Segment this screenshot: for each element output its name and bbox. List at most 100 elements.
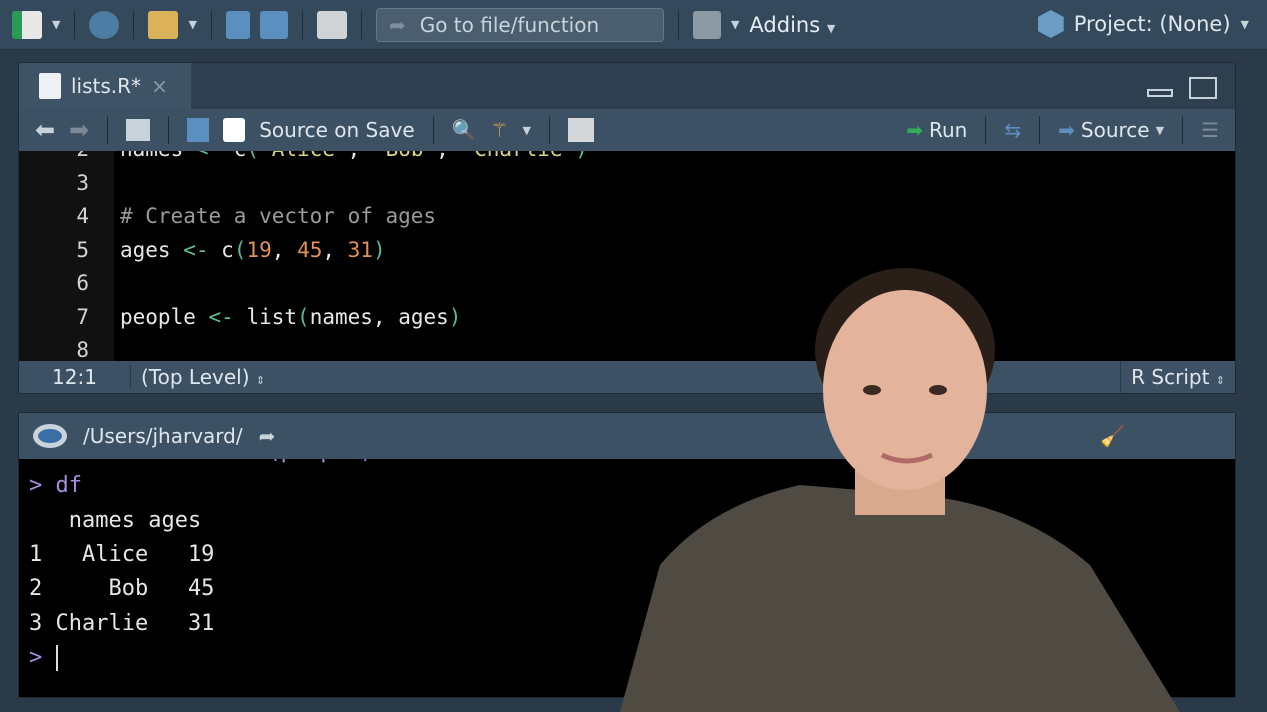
source-icon: ➡ [1058,118,1075,142]
code-token: ( [233,237,247,262]
line-number: 2 [19,151,89,161]
code-token: ( [246,151,259,161]
console-prompt: > [29,459,56,464]
rerun-icon[interactable]: ⇆ [1004,118,1021,142]
open-folder-icon[interactable] [148,10,179,39]
tab-lists-r[interactable]: lists.R* × [19,63,191,109]
code-token: 45 [297,237,323,262]
goto-file-input[interactable]: ➦ Go to file/function [375,7,664,42]
minimize-icon[interactable] [1147,89,1173,97]
code-token: "Alice" [259,151,348,161]
project-menu[interactable]: Project: (None) ▼ [1037,10,1249,38]
presenter-shirt [620,485,1180,712]
code-token: , [348,151,373,161]
code-token: <- [208,304,234,329]
console-text: 1 Alice 19 [29,541,215,567]
code-line: names <- c("Alice", "Bob", "Charlie") [120,151,588,161]
run-icon: ➡ [906,118,923,142]
code-token: 31 [347,237,373,262]
r-project-icon [1037,10,1064,38]
console-line: > df <- data.frame(people) [29,459,373,464]
code-token: names, ages [309,304,449,329]
line-number: 5 [76,237,89,262]
code-token: <- [183,237,209,262]
console-prompt: > [29,644,56,670]
code-line: people <- list(names, ages) [120,305,461,329]
chevron-down-icon[interactable]: ▼ [522,124,530,137]
source-on-save-label[interactable]: Source on Save [259,118,414,142]
code-line: # Create a vector of ages [120,204,436,228]
console-text: names ages [29,507,202,533]
console-text: 3 Charlie 31 [29,610,215,636]
console-line: > df [29,473,82,498]
main-toolbar: ▼ ▼ ➦ Go to file/function ▼ Addins ▼ Proj… [0,0,1267,50]
text-cursor [55,644,58,671]
console-line: names ages [29,508,201,533]
code-line: ages <- c(19, 45, 31) [120,238,386,262]
code-token: <- [196,151,221,161]
code-token: list [233,304,298,329]
grid-layout-icon[interactable] [692,10,721,39]
code-token: c [221,151,247,161]
editor-toolbar: ⬅ ➡ Source on Save 🔍 ⚚ ▼ ➡ Run ⇆ ➡ Source ▼ … [19,109,1235,151]
source-button[interactable]: ➡ Source ▼ [1058,118,1164,142]
console-text: df [55,473,83,499]
notebook-icon[interactable] [567,118,594,142]
line-number: 3 [76,170,89,195]
code-token: ( [297,304,310,329]
code-token: "Bob" [373,151,436,161]
line-number: 6 [76,271,89,295]
chevron-down-icon[interactable]: ▼ [188,18,196,31]
show-in-window-icon[interactable] [126,119,151,141]
close-icon[interactable]: × [151,74,168,98]
save-all-icon[interactable] [259,10,288,39]
print-icon[interactable] [316,10,347,39]
console-line: 1 Alice 19 [29,542,214,567]
code-token: c [208,237,234,262]
chevron-down-icon[interactable]: ▼ [52,18,60,31]
console-line: 2 Bob 45 [29,576,214,601]
code-token: , [322,237,348,262]
console-prompt: > [29,473,56,499]
arrow-icon: ➦ [388,12,406,37]
working-directory: /Users/jharvard/ [83,424,243,448]
back-arrow-icon[interactable]: ⬅ [35,116,55,144]
scope-selector[interactable]: (Top Level) ⇕ [131,365,265,389]
line-number: 7 [76,304,89,329]
new-project-icon[interactable] [89,10,120,39]
new-file-icon[interactable] [12,10,42,39]
line-number: 8 [76,338,89,361]
console-line: > [29,644,58,671]
console-text: df <- data.frame(people) [56,459,374,464]
code-token: , [271,237,298,262]
console-text: 2 Bob 45 [29,576,215,602]
maximize-icon[interactable] [1189,77,1217,99]
source-on-save-checkbox[interactable] [223,118,246,142]
code-token: # Create a vector of ages [120,204,437,228]
code-token: names [120,151,196,161]
outline-icon[interactable]: ☰ [1201,118,1219,142]
presenter-video-overlay [620,268,1180,712]
code-token: , [436,151,461,161]
forward-arrow-icon[interactable]: ➡ [69,116,89,144]
run-button[interactable]: ➡ Run [906,118,967,142]
save-icon[interactable] [187,118,210,142]
cursor-position: 12:1 [19,365,131,389]
code-token: people [120,304,209,329]
magic-wand-icon[interactable]: ⚚ [491,118,509,142]
code-token: 19 [246,237,272,262]
code-token: ) [575,151,588,161]
line-number: 4 [76,204,89,228]
code-token: ) [448,304,462,329]
addins-menu[interactable]: Addins ▼ [749,13,835,37]
r-file-icon [39,73,61,99]
editor-tabbar: lists.R* × [19,63,1235,109]
code-token: ) [372,237,386,262]
save-icon[interactable] [225,10,250,39]
chevron-down-icon[interactable]: ▼ [731,18,739,31]
search-icon[interactable]: 🔍 [452,118,477,142]
code-token: ages [120,237,184,262]
console-line: 3 Charlie 31 [29,611,214,636]
code-token: "Charlie" [461,151,575,161]
go-to-directory-icon[interactable]: ➦ [259,424,276,448]
